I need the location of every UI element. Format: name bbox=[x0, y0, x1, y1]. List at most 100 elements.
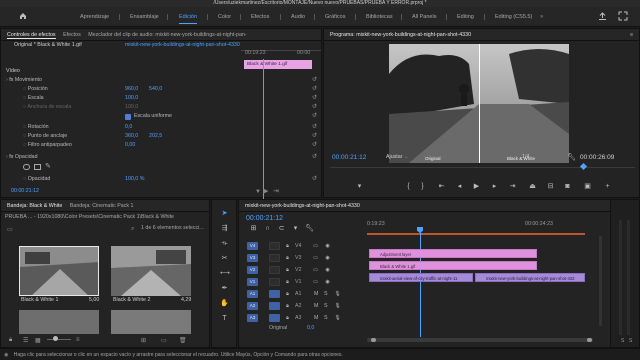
type-tool-icon[interactable]: T bbox=[220, 315, 229, 323]
new-item-icon[interactable]: ⊞ bbox=[141, 337, 146, 344]
add-marker-icon[interactable]: ▾ bbox=[291, 225, 300, 233]
play-icon[interactable]: ▶ bbox=[472, 183, 481, 191]
workspace-tab-aprendizaje[interactable]: Aprendizaje bbox=[80, 7, 109, 27]
search-icon[interactable]: ⌕ bbox=[131, 226, 134, 233]
motion-row[interactable]: › fx Movimiento bbox=[6, 76, 42, 85]
split-view-divider[interactable] bbox=[479, 44, 480, 163]
selection-tool-icon[interactable]: ➤ bbox=[220, 210, 229, 218]
opacity-value[interactable]: 100,0 % bbox=[125, 175, 144, 184]
track-eye-icon[interactable]: ◉ bbox=[323, 266, 332, 274]
camera-icon[interactable]: ◙ bbox=[563, 183, 572, 191]
track-target-toggle[interactable] bbox=[269, 302, 280, 310]
program-scrubber[interactable] bbox=[330, 167, 635, 168]
hand-tool-icon[interactable]: ✋ bbox=[220, 300, 229, 308]
workspace-tab-bibliotecas[interactable]: Bibliotecas bbox=[366, 7, 393, 27]
step-forward-icon[interactable]: ▸ bbox=[490, 183, 499, 191]
track-lock-icon[interactable]: 🔒︎ bbox=[283, 314, 292, 322]
filter-icon[interactable]: ▼ bbox=[255, 189, 261, 195]
fit-dropdown[interactable]: Ajustar ⌄ bbox=[386, 153, 408, 162]
track-target-toggle[interactable] bbox=[269, 266, 280, 274]
track-target-toggle[interactable] bbox=[269, 290, 280, 298]
track-lock-icon[interactable]: 🔒︎ bbox=[283, 254, 292, 262]
track-lock-icon[interactable]: 🔒︎ bbox=[283, 302, 292, 310]
rectangle-mask-icon[interactable] bbox=[34, 164, 41, 170]
workspace-tab-ensamblaje[interactable]: Ensamblaje bbox=[130, 7, 159, 27]
pen-tool-icon[interactable]: ✒ bbox=[220, 285, 229, 293]
quick-export-icon[interactable] bbox=[598, 12, 607, 23]
lock-icon[interactable]: 🔒︎ bbox=[9, 337, 12, 344]
timeline-playhead-line[interactable] bbox=[419, 232, 421, 337]
track-target-toggle[interactable] bbox=[269, 254, 280, 262]
sort-icon[interactable]: ≡ bbox=[76, 337, 80, 343]
effects-playhead[interactable] bbox=[263, 59, 264, 199]
thumbnail-bw4[interactable] bbox=[111, 310, 191, 334]
reset-icon[interactable]: ↺ bbox=[312, 175, 317, 182]
workspace-tab-graficos[interactable]: Gráficos bbox=[325, 7, 345, 27]
track-mute-button[interactable]: M bbox=[314, 302, 318, 311]
track-eye-icon[interactable]: ◉ bbox=[323, 242, 332, 250]
track-eye-icon[interactable]: ◉ bbox=[323, 278, 332, 286]
reset-icon[interactable]: ↺ bbox=[312, 141, 317, 148]
track-solo-button[interactable]: S bbox=[324, 314, 328, 323]
folder-icon[interactable]: ▭ bbox=[161, 337, 167, 344]
workspace-tab-efectos[interactable]: Efectos bbox=[251, 7, 269, 27]
thumbnail-bw3[interactable] bbox=[19, 310, 99, 334]
track-source-patch[interactable]: V1 bbox=[247, 278, 258, 286]
clip-aerial-view[interactable]: mixkit-aerial-view-of-city-traffic-at-ni… bbox=[369, 273, 473, 282]
track-sync-icon[interactable]: ▭ bbox=[311, 266, 320, 274]
reset-icon[interactable]: ↺ bbox=[312, 103, 317, 110]
work-area-bar[interactable] bbox=[367, 233, 585, 235]
go-to-in-icon[interactable]: ⇤ bbox=[437, 183, 446, 191]
track-voiceover-icon[interactable]: 🎙︎ bbox=[333, 302, 342, 310]
workspace-tab-editing-cs55[interactable]: Editing (CS5.5) bbox=[495, 7, 532, 27]
more-workspaces-icon[interactable]: » bbox=[540, 7, 543, 27]
effect-source-label[interactable]: Original * Black & White 1.gif bbox=[14, 41, 82, 50]
solo-button[interactable]: S bbox=[629, 338, 632, 344]
flicker-value[interactable]: 0,00 bbox=[125, 141, 135, 150]
go-to-out-icon[interactable]: ⇥ bbox=[508, 183, 517, 191]
reset-icon[interactable]: ↺ bbox=[312, 76, 317, 83]
mark-in-icon[interactable]: { bbox=[404, 183, 413, 191]
extract-icon[interactable]: ⊟ bbox=[546, 183, 555, 191]
ripple-edit-tool-icon[interactable]: ⟛ bbox=[220, 240, 229, 248]
home-icon[interactable] bbox=[19, 12, 27, 22]
scrollbar-handle-right[interactable] bbox=[587, 338, 592, 342]
timeline-settings-icon[interactable]: 🔧︎ bbox=[305, 225, 314, 233]
timeline-vertical-scrollbar[interactable] bbox=[599, 236, 602, 326]
trash-icon[interactable]: 🗑︎ bbox=[179, 337, 187, 344]
reset-icon[interactable]: ↺ bbox=[312, 132, 317, 139]
track-lock-icon[interactable]: 🔒︎ bbox=[283, 278, 292, 286]
track-sync-icon[interactable]: ▭ bbox=[311, 278, 320, 286]
scale-value[interactable]: 100,0 bbox=[125, 94, 138, 103]
uniform-scale-checkbox[interactable] bbox=[125, 114, 131, 120]
tab-effects[interactable]: Efectos bbox=[63, 32, 81, 38]
icon-view-icon[interactable]: ▦ bbox=[35, 337, 41, 344]
play-only-audio-icon[interactable]: ▶ bbox=[263, 187, 268, 195]
reset-icon[interactable]: ↺ bbox=[312, 123, 317, 130]
anchor-x-value[interactable]: 360,0 bbox=[125, 132, 138, 141]
position-y-value[interactable]: 540,0 bbox=[149, 85, 162, 94]
reset-icon[interactable]: ↺ bbox=[312, 85, 317, 92]
quality-dropdown[interactable]: 1/4 ⌄ bbox=[522, 153, 535, 162]
effects-clip-bar[interactable]: Black & White 1.gif bbox=[244, 60, 312, 69]
track-source-patch[interactable]: A1 bbox=[247, 290, 258, 298]
ellipse-mask-icon[interactable] bbox=[23, 164, 30, 170]
new-bin-icon[interactable]: ▭ bbox=[7, 226, 13, 233]
add-button-icon[interactable]: + bbox=[603, 183, 612, 191]
pen-mask-icon[interactable]: ✎ bbox=[45, 162, 51, 170]
opacity-row[interactable]: › fx Opacidad bbox=[6, 153, 38, 162]
track-voiceover-icon[interactable]: 🎙︎ bbox=[333, 314, 342, 322]
hamburger-icon[interactable]: ≡ bbox=[630, 29, 633, 40]
tab-bin-black-white[interactable]: Bandeja: Black & White bbox=[7, 203, 62, 209]
workspace-tab-audio[interactable]: Audio bbox=[291, 7, 305, 27]
insert-sequence-icon[interactable]: ⊞ bbox=[249, 225, 258, 233]
zoom-slider[interactable] bbox=[47, 339, 71, 340]
rotation-value[interactable]: 0,0 bbox=[125, 123, 132, 132]
program-video-frame[interactable]: Original Black & White bbox=[389, 44, 569, 163]
tab-effect-controls[interactable]: Controles de efectos bbox=[7, 32, 56, 39]
linked-selection-icon[interactable]: ⊂ bbox=[277, 225, 286, 233]
effect-sequence-label[interactable]: mixkit-new-york-buildings-at-night-pan-s… bbox=[125, 41, 240, 50]
track-lock-icon[interactable]: 🔒︎ bbox=[283, 266, 292, 274]
reset-icon[interactable]: ↺ bbox=[312, 112, 317, 119]
track-source-patch[interactable]: A3 bbox=[247, 314, 258, 322]
